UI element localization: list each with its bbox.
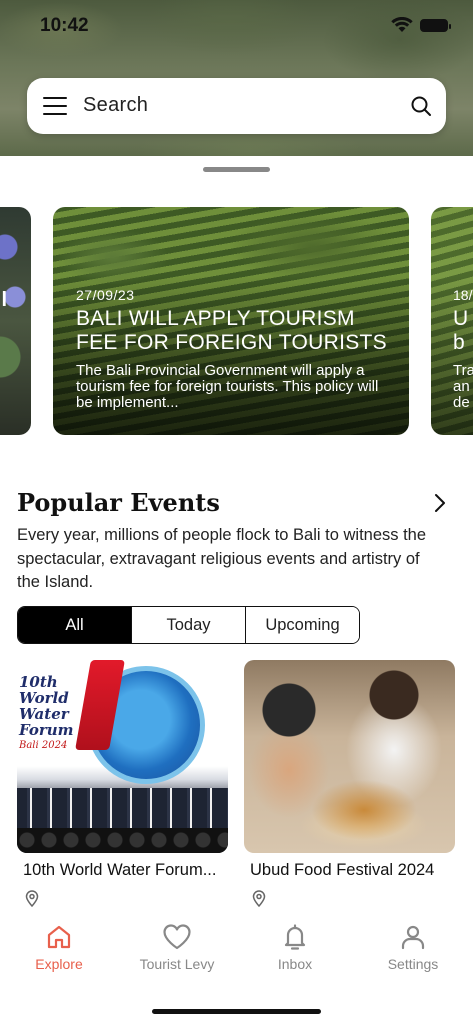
event-filter-segmented-control[interactable]: All Today Upcoming	[17, 606, 360, 644]
news-card-previous-title: l	[1, 289, 7, 311]
filter-all[interactable]: All	[18, 607, 131, 643]
news-card-previous[interactable]: l	[0, 207, 31, 435]
event-logo-text: 10th World Water Forum	[19, 673, 74, 739]
tab-label: Settings	[387, 956, 439, 972]
stage-people	[17, 788, 228, 828]
search-input[interactable]: Search	[83, 94, 148, 117]
chevron-right-icon[interactable]	[433, 493, 447, 513]
heart-icon	[163, 924, 191, 950]
news-title: BALI WILL APPLY TOURISM FEE FOR FOREIGN …	[76, 307, 387, 354]
tab-settings[interactable]: Settings	[354, 918, 472, 980]
tab-label: Explore	[35, 956, 83, 972]
home-icon	[47, 925, 71, 949]
news-date: 27/09/23	[76, 287, 135, 303]
event-name[interactable]: 10th World Water Forum...	[23, 861, 228, 880]
event-logo-subtext: Bali 2024	[19, 740, 68, 751]
event-image-world-water-forum[interactable]: 10th World Water Forum Bali 2024	[17, 660, 228, 853]
bottom-tab-bar: Explore Tourist Levy Inbox Settings	[0, 918, 473, 988]
news-carousel[interactable]: l 27/09/23 BALI WILL APPLY TOURISM FEE F…	[0, 207, 473, 435]
tab-tourist-levy[interactable]: Tourist Levy	[118, 918, 236, 980]
tab-label: Tourist Levy	[139, 956, 215, 972]
news-card-next-date: 18/	[453, 287, 473, 303]
tab-inbox[interactable]: Inbox	[236, 918, 354, 980]
news-summary: The Bali Provincial Government will appl…	[76, 363, 379, 411]
status-time: 10:42	[40, 15, 89, 36]
news-card-next-summary: Tra an de	[453, 362, 473, 411]
tab-explore[interactable]: Explore	[0, 918, 118, 980]
tab-label: Inbox	[277, 956, 313, 972]
location-pin-icon	[25, 890, 39, 907]
user-icon	[401, 925, 425, 950]
filter-today[interactable]: Today	[131, 607, 245, 643]
search-icon[interactable]	[410, 95, 432, 117]
filter-upcoming[interactable]: Upcoming	[245, 607, 359, 643]
section-description: Every year, millions of people flock to …	[17, 526, 427, 591]
sheet-handle[interactable]	[203, 167, 270, 172]
home-indicator	[152, 1009, 321, 1014]
audience	[17, 828, 228, 853]
menu-icon[interactable]	[43, 97, 67, 115]
location-pin-icon	[252, 890, 266, 907]
event-name[interactable]: Ubud Food Festival 2024	[250, 861, 465, 880]
status-bar: 10:42	[0, 0, 473, 50]
news-card-next-title: U b	[453, 307, 469, 354]
wifi-icon	[391, 17, 413, 32]
section-title: Popular Events	[17, 488, 220, 517]
news-card[interactable]: 27/09/23 BALI WILL APPLY TOURISM FEE FOR…	[53, 207, 409, 435]
bell-icon	[284, 924, 306, 950]
event-image-ubud-food-festival[interactable]	[244, 660, 455, 853]
search-bar[interactable]: Search	[27, 78, 446, 134]
battery-icon	[420, 19, 451, 32]
news-card-next[interactable]: 18/ U b Tra an de	[431, 207, 473, 435]
